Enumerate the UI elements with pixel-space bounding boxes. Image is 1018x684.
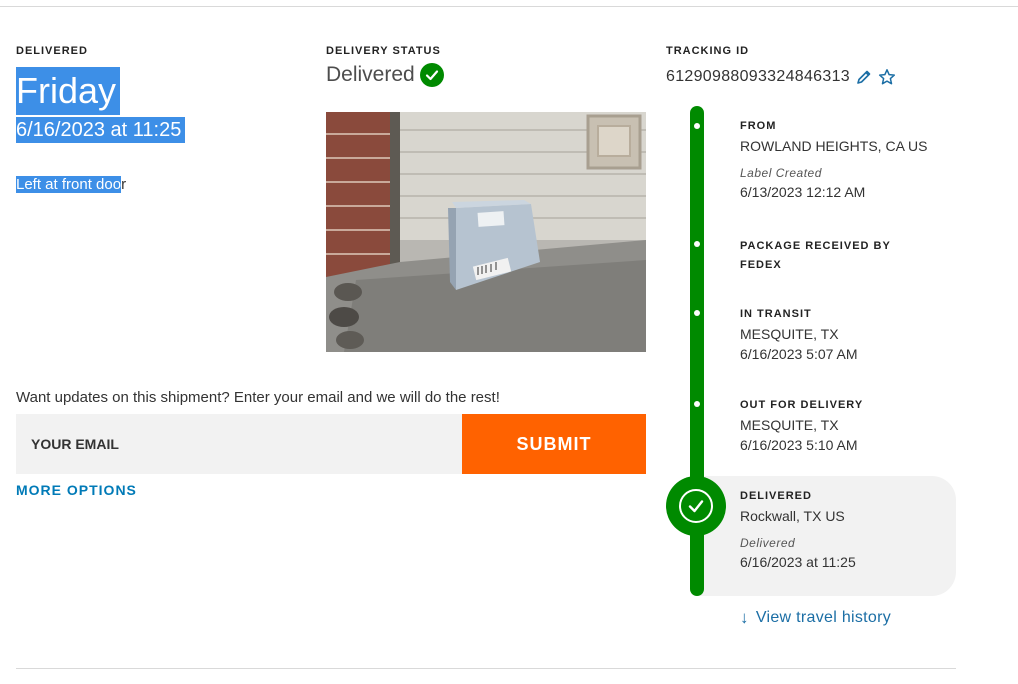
step-location: MESQUITE, TX — [740, 326, 839, 342]
step-timestamp: 6/16/2023 5:07 AM — [740, 346, 858, 362]
delivered-section: DELIVERED Friday 6/16/2023 at 11:25 Left… — [16, 45, 306, 195]
proof-of-delivery-photo[interactable] — [326, 112, 646, 352]
delivery-status-section: DELIVERY STATUS Delivered — [326, 45, 646, 352]
check-circle-icon — [419, 63, 444, 87]
step-location: ROWLAND HEIGHTS, CA US — [740, 138, 928, 154]
top-divider — [0, 6, 1018, 7]
step-location: Rockwall, TX US — [740, 508, 845, 524]
submit-button[interactable]: SUBMIT — [462, 414, 646, 474]
left-at-selected-text: Left at front doo — [16, 176, 122, 193]
timeline-step-received: PACKAGE RECEIVED BY FEDEX — [740, 237, 950, 275]
step-status: Label Created — [740, 166, 822, 180]
delivery-day: Friday — [16, 67, 121, 115]
email-field-container[interactable] — [16, 414, 462, 474]
timeline-dot — [694, 310, 700, 316]
delivery-status-eyebrow: DELIVERY STATUS — [326, 45, 441, 57]
arrow-down-icon: ↓ — [740, 608, 749, 627]
timeline-step-from: FROM ROWLAND HEIGHTS, CA US Label Create… — [740, 117, 950, 202]
step-timestamp: 6/16/2023 at 11:25 — [740, 554, 856, 570]
delivery-date-time: 6/16/2023 at 11:25 — [16, 117, 186, 143]
timeline-dot — [694, 401, 700, 407]
step-timestamp: 6/16/2023 5:10 AM — [740, 437, 858, 453]
timeline-step-out-for-delivery: OUT FOR DELIVERY MESQUITE, TX 6/16/2023 … — [740, 396, 950, 455]
step-title: PACKAGE RECEIVED BY — [740, 240, 891, 252]
step-title: DELIVERED — [740, 490, 812, 502]
tracking-id-eyebrow: TRACKING ID — [666, 45, 750, 57]
delivery-status-row: Delivered — [326, 63, 646, 87]
more-options-link[interactable]: MORE OPTIONS — [16, 482, 137, 498]
timeline-dot — [694, 241, 700, 247]
delivery-status-text: Delivered — [326, 63, 415, 86]
step-timestamp: 6/13/2023 12:12 AM — [740, 184, 866, 200]
view-travel-history-link[interactable]: ↓ View travel history — [740, 608, 891, 628]
star-icon[interactable] — [878, 68, 896, 86]
email-updates-prompt: Want updates on this shipment? Enter you… — [16, 389, 500, 406]
step-title: FROM — [740, 120, 777, 132]
timeline-step-delivered: DELIVERED Rockwall, TX US Delivered 6/16… — [740, 487, 950, 572]
pencil-icon[interactable] — [856, 69, 872, 85]
tracking-id-row: 61290988093324846313 — [666, 68, 966, 86]
step-status: Delivered — [740, 536, 796, 550]
step-title: IN TRANSIT — [740, 308, 812, 320]
email-field[interactable] — [31, 436, 431, 452]
timeline-step-in-transit: IN TRANSIT MESQUITE, TX 6/16/2023 5:07 A… — [740, 305, 950, 364]
step-title: OUT FOR DELIVERY — [740, 399, 864, 411]
tracking-id-value: 61290988093324846313 — [666, 68, 850, 85]
tracking-section: TRACKING ID 61290988093324846313 — [666, 45, 966, 86]
left-at-rest-text: r — [121, 176, 127, 193]
step-title-line2: FEDEX — [740, 259, 782, 271]
view-travel-history-label: View travel history — [755, 609, 892, 626]
delivered-eyebrow: DELIVERED — [16, 45, 88, 57]
timeline-dot — [694, 123, 700, 129]
delivery-location-note: Left at front door — [16, 175, 306, 195]
delivered-check-icon — [666, 476, 726, 536]
step-location: MESQUITE, TX — [740, 417, 839, 433]
bottom-divider — [16, 668, 956, 669]
